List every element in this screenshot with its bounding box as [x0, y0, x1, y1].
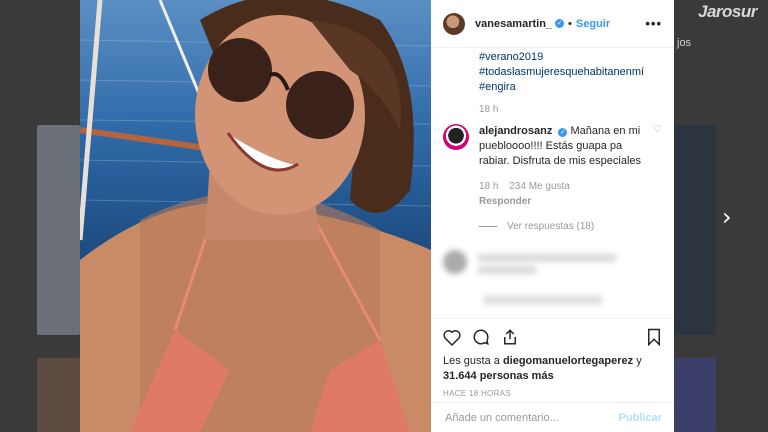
view-replies-button[interactable]: Ver respuestas (18)	[479, 221, 662, 232]
reply-button[interactable]: Responder	[479, 194, 645, 209]
commenter-username[interactable]: alejandrosanz	[479, 125, 552, 137]
bookmark-icon[interactable]	[646, 328, 662, 346]
likes-summary: Les gusta a diegomanuelortegaperez y 31.…	[443, 354, 662, 384]
background-thumbnail	[674, 358, 716, 432]
share-icon[interactable]	[501, 328, 519, 346]
background-text: jos	[677, 37, 692, 49]
publish-button[interactable]: Publicar	[619, 412, 662, 424]
like-heart-icon[interactable]	[443, 329, 461, 346]
comment-input[interactable]	[443, 410, 619, 425]
more-options-icon[interactable]: •••	[645, 16, 662, 31]
hashtag-link[interactable]: #verano2019	[479, 50, 662, 65]
replies-divider	[479, 225, 497, 227]
comment-time: 18 h	[479, 181, 499, 192]
next-arrow-icon[interactable]: ›	[722, 203, 732, 231]
hashtag-link[interactable]: #engira	[479, 80, 662, 95]
blurred-comments	[443, 250, 662, 318]
likes-prefix: Les gusta a	[443, 355, 503, 367]
post-header: vanesamartin_ ✓ • Seguir •••	[431, 0, 674, 48]
verified-badge-icon: ✓	[555, 19, 565, 28]
comment-likes[interactable]: 234 Me gusta	[509, 181, 570, 192]
watermark-logo: Jarosur	[698, 2, 757, 21]
view-replies-label: Ver respuestas (18)	[507, 221, 595, 232]
likes-conjunction: y	[633, 355, 642, 367]
add-comment-bar: Publicar	[431, 402, 674, 432]
commenter-avatar[interactable]	[443, 124, 469, 150]
like-comment-heart-icon[interactable]: ♡	[653, 124, 662, 209]
comments-section[interactable]: #verano2019 #todaslasmujeresquehabitanen…	[431, 48, 674, 318]
hashtag-link[interactable]: #todaslasmujeresquehabitanenmí	[479, 65, 662, 80]
author-username[interactable]: vanesamartin_	[475, 18, 552, 30]
likes-count[interactable]: 31.644 personas más	[443, 370, 554, 382]
comment-meta: 18 h 234 Me gusta	[479, 179, 645, 194]
comment-item: alejandrosanz ✓ Mañana en mi puebloooo!!…	[443, 124, 662, 209]
post-actions: Les gusta a diegomanuelortegaperez y 31.…	[431, 318, 674, 398]
caption-time: 18 h	[479, 104, 499, 115]
comment-bubble-icon[interactable]	[472, 328, 490, 346]
separator-dot: •	[568, 17, 572, 30]
liker-username[interactable]: diegomanuelortegaperez	[503, 355, 633, 367]
post-side-panel: vanesamartin_ ✓ • Seguir ••• #verano2019…	[431, 0, 674, 432]
post-timestamp: HACE 18 HORAS	[443, 389, 511, 398]
follow-button[interactable]: Seguir	[576, 18, 610, 30]
background-thumbnail	[37, 125, 80, 335]
caption: #verano2019 #todaslasmujeresquehabitanen…	[443, 50, 662, 95]
photo-illustration	[80, 0, 431, 432]
author-avatar[interactable]	[443, 12, 465, 35]
post-photo[interactable]	[80, 0, 431, 432]
background-thumbnail	[674, 125, 716, 335]
verified-badge-icon: ✓	[558, 128, 568, 137]
background-thumbnail	[37, 358, 80, 432]
